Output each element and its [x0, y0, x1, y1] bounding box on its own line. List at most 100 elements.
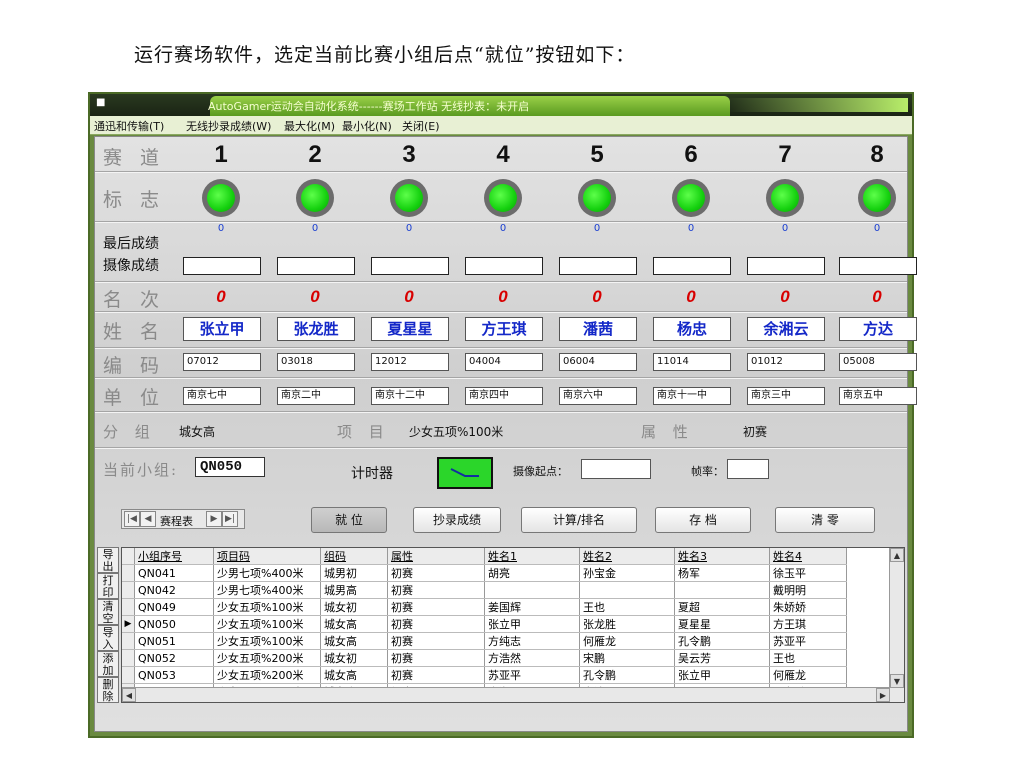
table-cell[interactable]: 城男高 — [320, 581, 388, 599]
table-cell[interactable]: QN053 — [134, 666, 214, 684]
table-cell[interactable]: 孔令鹏 — [674, 632, 770, 650]
row-indicator[interactable] — [122, 581, 135, 599]
nav-first-button[interactable]: |◀ — [124, 511, 140, 527]
table-cell[interactable]: 少女五项%200米 — [213, 666, 321, 684]
row-indicator[interactable] — [122, 666, 135, 684]
empty-button[interactable]: 清空 — [97, 599, 119, 625]
col-header-group-code[interactable]: 组码 — [320, 548, 388, 565]
table-cell[interactable]: 初赛 — [387, 615, 485, 633]
lane-athlete-name[interactable]: 杨忠 — [653, 317, 731, 341]
lane-flag-icon[interactable] — [484, 179, 522, 217]
lane-unit-field[interactable]: 南京十一中 — [653, 387, 731, 405]
table-row[interactable]: QN051 少女五项%100米 城女高 初赛 方纯志 何雁龙 孔令鹏 苏亚平 — [122, 632, 847, 650]
vertical-scrollbar[interactable]: ▲ ▼ — [889, 548, 904, 688]
lane-flag-icon[interactable] — [766, 179, 804, 217]
lane-athlete-name[interactable]: 夏星星 — [371, 317, 449, 341]
lane-unit-field[interactable]: 南京七中 — [183, 387, 261, 405]
table-cell[interactable]: 戴明明 — [769, 581, 847, 599]
table-cell[interactable]: 王也 — [579, 598, 675, 616]
table-cell[interactable]: 张立甲 — [674, 666, 770, 684]
table-cell[interactable]: 孔令鹏 — [579, 666, 675, 684]
row-indicator[interactable] — [122, 598, 135, 616]
import-button[interactable]: 导入 — [97, 625, 119, 651]
lane-athlete-name[interactable]: 张龙胜 — [277, 317, 355, 341]
table-cell[interactable]: 初赛 — [387, 598, 485, 616]
table-cell[interactable]: 方纯志 — [484, 632, 580, 650]
save-button[interactable]: 存 档 — [655, 507, 751, 533]
lane-code-field[interactable]: 04004 — [465, 353, 543, 371]
col-header-name2[interactable]: 姓名2 — [579, 548, 675, 565]
lane-camera-input[interactable] — [747, 257, 825, 275]
lane-code-field[interactable]: 11014 — [653, 353, 731, 371]
table-cell[interactable]: QN051 — [134, 632, 214, 650]
col-header-name1[interactable]: 姓名1 — [484, 548, 580, 565]
lane-flag-icon[interactable] — [578, 179, 616, 217]
table-cell[interactable]: QN042 — [134, 581, 214, 599]
nav-next-button[interactable]: ▶ — [206, 511, 222, 527]
timer-indicator[interactable] — [437, 457, 493, 489]
table-cell[interactable]: 少女五项%100米 — [213, 615, 321, 633]
scroll-down-icon[interactable]: ▼ — [890, 674, 904, 688]
table-cell[interactable]: 城女初 — [320, 649, 388, 667]
lane-flag-icon[interactable] — [672, 179, 710, 217]
lane-code-field[interactable]: 05008 — [839, 353, 917, 371]
ready-button[interactable]: 就 位 — [311, 507, 387, 533]
table-cell[interactable]: 少女五项%100米 — [213, 632, 321, 650]
scroll-left-icon[interactable]: ◀ — [122, 688, 136, 702]
lane-camera-input[interactable] — [277, 257, 355, 275]
table-cell[interactable]: QN049 — [134, 598, 214, 616]
col-header-attribute[interactable]: 属性 — [387, 548, 485, 565]
table-cell[interactable]: 少男七项%400米 — [213, 564, 321, 582]
table-cell[interactable]: 何雁龙 — [769, 666, 847, 684]
table-cell[interactable]: 城女高 — [320, 666, 388, 684]
table-cell[interactable]: QN050 — [134, 615, 214, 633]
table-cell[interactable]: 初赛 — [387, 649, 485, 667]
col-header-name4[interactable]: 姓名4 — [769, 548, 847, 565]
table-cell[interactable]: 城男初 — [320, 564, 388, 582]
lane-flag-icon[interactable] — [858, 179, 896, 217]
camera-start-input[interactable] — [581, 459, 651, 479]
table-row[interactable]: QN042 少男七项%400米 城男高 初赛 戴明明 — [122, 581, 847, 599]
table-cell[interactable] — [674, 581, 770, 599]
table-row[interactable]: QN049 少女五项%100米 城女初 初赛 姜国辉 王也 夏超 朱娇娇 — [122, 598, 847, 616]
lane-unit-field[interactable]: 南京三中 — [747, 387, 825, 405]
row-indicator[interactable] — [122, 649, 135, 667]
col-header-group-no[interactable]: 小组序号 — [134, 548, 214, 565]
lane-camera-input[interactable] — [465, 257, 543, 275]
table-cell[interactable]: 城女高 — [320, 615, 388, 633]
table-row[interactable]: QN041 少男七项%400米 城男初 初赛 胡亮 孙宝金 杨军 徐玉平 — [122, 564, 847, 582]
table-cell[interactable]: QN041 — [134, 564, 214, 582]
table-cell[interactable]: 张龙胜 — [579, 615, 675, 633]
lane-athlete-name[interactable]: 潘茜 — [559, 317, 637, 341]
table-cell[interactable] — [484, 581, 580, 599]
frame-rate-input[interactable] — [727, 459, 769, 479]
lane-code-field[interactable]: 01012 — [747, 353, 825, 371]
table-cell[interactable]: 初赛 — [387, 666, 485, 684]
add-button[interactable]: 添加 — [97, 651, 119, 677]
table-cell[interactable]: 初赛 — [387, 632, 485, 650]
print-button[interactable]: 打印 — [97, 573, 119, 599]
table-cell[interactable]: 城女高 — [320, 632, 388, 650]
lane-code-field[interactable]: 03018 — [277, 353, 355, 371]
table-cell[interactable]: 少男七项%400米 — [213, 581, 321, 599]
lane-athlete-name[interactable]: 张立甲 — [183, 317, 261, 341]
table-cell[interactable]: 初赛 — [387, 564, 485, 582]
table-cell[interactable]: 何雁龙 — [579, 632, 675, 650]
table-cell[interactable]: 方王琪 — [769, 615, 847, 633]
lane-camera-input[interactable] — [559, 257, 637, 275]
lane-unit-field[interactable]: 南京五中 — [839, 387, 917, 405]
export-button[interactable]: 导出 — [97, 547, 119, 573]
menu-minimize[interactable]: 最小化(N) — [342, 118, 392, 134]
table-row[interactable]: QN053 少女五项%200米 城女高 初赛 苏亚平 孔令鹏 张立甲 何雁龙 — [122, 666, 847, 684]
lane-unit-field[interactable]: 南京十二中 — [371, 387, 449, 405]
menu-close[interactable]: 关闭(E) — [402, 118, 440, 134]
row-indicator[interactable] — [122, 564, 135, 582]
table-cell[interactable] — [579, 581, 675, 599]
lane-unit-field[interactable]: 南京四中 — [465, 387, 543, 405]
delete-button[interactable]: 删除 — [97, 677, 119, 703]
table-cell[interactable]: 杨军 — [674, 564, 770, 582]
lane-unit-field[interactable]: 南京二中 — [277, 387, 355, 405]
table-row[interactable]: QN052 少女五项%200米 城女初 初赛 方浩然 宋鹏 吴云芳 王也 — [122, 649, 847, 667]
lane-camera-input[interactable] — [183, 257, 261, 275]
scroll-up-icon[interactable]: ▲ — [890, 548, 904, 562]
